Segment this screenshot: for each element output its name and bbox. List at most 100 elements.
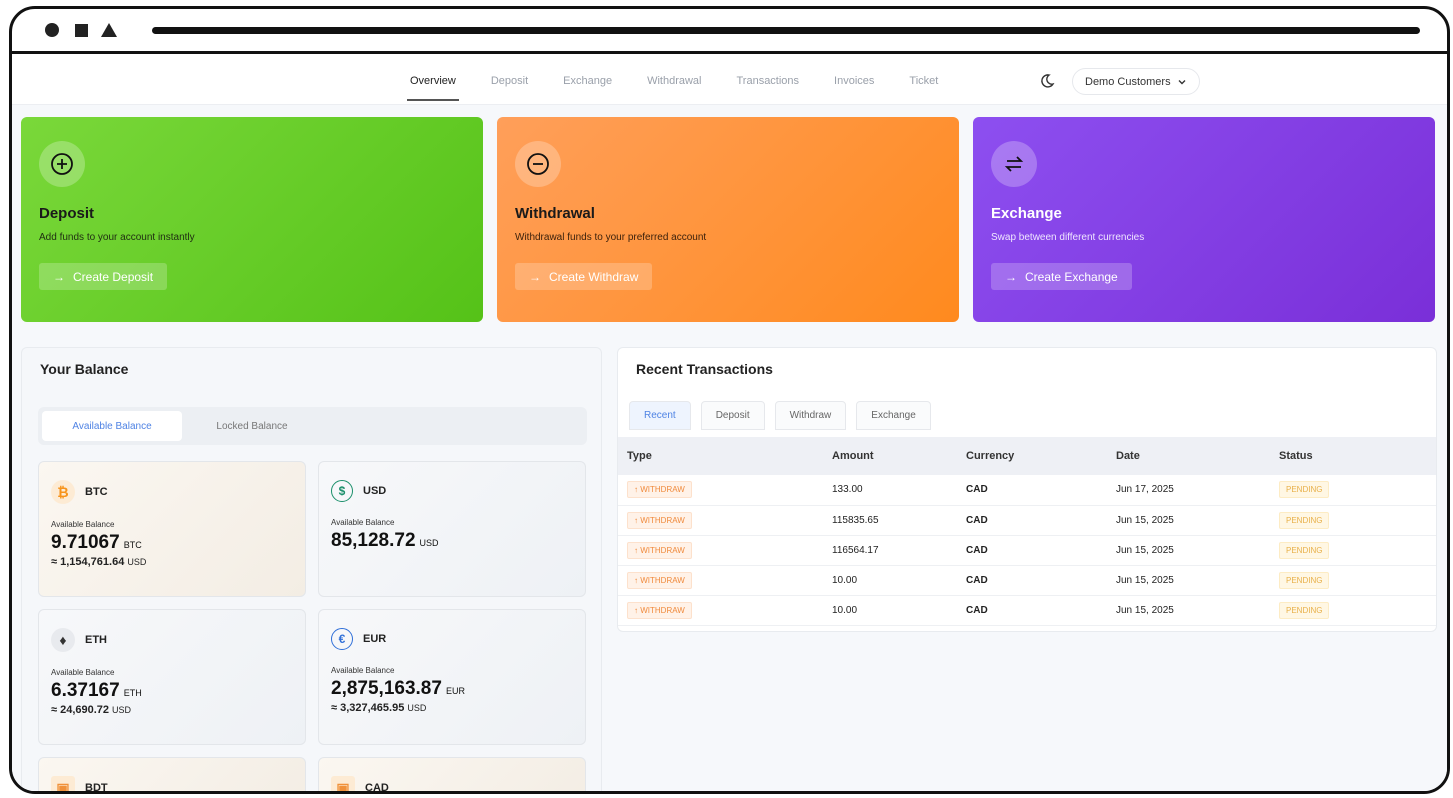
create-withdraw-button[interactable]: → Create Withdraw <box>515 263 653 290</box>
create-exchange-label: Create Exchange <box>1025 269 1118 284</box>
currency-cell: CAD <box>966 565 1116 596</box>
status-badge: PENDING <box>1279 571 1330 589</box>
balance-amount: 6.37167 ETH <box>51 680 142 701</box>
chevron-down-icon <box>1178 79 1186 84</box>
usd-equivalent: ≈ 24,690.72 USD <box>51 704 132 716</box>
balance-tile-eth[interactable]: ♦ ETH Available Balance 6.37167 ETH ≈ 24,… <box>38 609 306 745</box>
balance-amount: 85,128.72 USD <box>331 530 439 551</box>
tab-locked-balance[interactable]: Locked Balance <box>182 411 322 441</box>
tab-recent[interactable]: Recent <box>629 401 691 430</box>
create-exchange-button[interactable]: → Create Exchange <box>991 263 1132 290</box>
table-header: Type Amount Currency Date Status <box>618 437 1436 475</box>
wallet-icon: ▣ <box>331 776 355 791</box>
balance-tile-cad[interactable]: ▣ CAD <box>318 757 586 794</box>
address-bar[interactable] <box>152 27 1420 34</box>
tab-deposit[interactable]: Deposit <box>700 401 765 430</box>
deposit-card: Deposit Add funds to your account instan… <box>21 117 483 322</box>
balance-tiles: ₿ BTC Available Balance 9.71067 BTC ≈ 1,1… <box>38 461 589 794</box>
arrow-right-icon: → <box>1005 269 1017 284</box>
currency-code: ETH <box>85 634 107 646</box>
status-badge: PENDING <box>1279 481 1330 499</box>
tab-available-balance[interactable]: Available Balance <box>42 411 182 441</box>
arrow-right-icon: → <box>53 269 65 284</box>
table-row[interactable]: ↑ WITHDRAW 10.00 CAD Jun 15, 2025 PENDIN… <box>618 565 1436 596</box>
ethereum-icon: ♦ <box>51 628 75 652</box>
usd-equivalent: ≈ 1,154,761.64 USD <box>51 556 147 568</box>
currency-code: BDT <box>85 782 108 794</box>
col-type[interactable]: Type <box>618 437 832 475</box>
nav-ticket[interactable]: Ticket <box>906 67 941 95</box>
currency-cell: CAD <box>966 505 1116 536</box>
date-cell: Jun 15, 2025 <box>1116 535 1279 566</box>
deposit-title: Deposit <box>39 205 95 222</box>
status-badge: PENDING <box>1279 541 1330 559</box>
balance-amount: 9.71067 BTC <box>51 532 142 553</box>
currency-cell: CAD <box>966 535 1116 566</box>
customer-dropdown[interactable]: Demo Customers <box>1072 68 1200 95</box>
window-square-icon <box>75 24 88 37</box>
usd-equivalent: ≈ 3,327,465.95 USD <box>331 702 427 714</box>
top-nav: Overview Deposit Exchange Withdrawal Tra… <box>12 57 1447 105</box>
nav-exchange[interactable]: Exchange <box>560 67 615 95</box>
table-row[interactable]: ↑ WITHDRAW 116564.17 CAD Jun 15, 2025 PE… <box>618 535 1436 566</box>
table-row[interactable]: ↑ WITHDRAW 10.00 CAD Jun 15, 2025 PENDIN… <box>618 595 1436 626</box>
amount-cell: 10.00 <box>832 595 966 626</box>
nav-invoices[interactable]: Invoices <box>831 67 877 95</box>
window-triangle-icon <box>101 23 117 37</box>
swap-icon <box>991 141 1037 187</box>
date-cell: Jun 15, 2025 <box>1116 505 1279 536</box>
status-badge: PENDING <box>1279 511 1330 529</box>
tab-withdraw[interactable]: Withdraw <box>774 401 847 430</box>
nav-withdrawal[interactable]: Withdrawal <box>644 67 704 95</box>
create-deposit-button[interactable]: → Create Deposit <box>39 263 168 290</box>
col-date[interactable]: Date <box>1116 437 1279 475</box>
table-row[interactable]: ↑ WITHDRAW 133.00 CAD Jun 17, 2025 PENDI… <box>618 475 1436 506</box>
deposit-subtitle: Add funds to your account instantly <box>39 232 195 243</box>
balance-title: Your Balance <box>40 361 129 377</box>
balance-tile-btc[interactable]: ₿ BTC Available Balance 9.71067 BTC ≈ 1,1… <box>38 461 306 597</box>
available-label: Available Balance <box>331 666 395 675</box>
balance-amount: 2,875,163.87 EUR <box>331 678 465 699</box>
bitcoin-icon: ₿ <box>51 480 75 504</box>
customer-name: Demo Customers <box>1085 75 1171 88</box>
exchange-card: Exchange Swap between different currenci… <box>973 117 1435 322</box>
currency-code: USD <box>363 485 387 497</box>
euro-icon: € <box>331 628 353 650</box>
amount-cell: 10.00 <box>832 565 966 596</box>
transactions-table: Type Amount Currency Date Status ↑ WITHD… <box>618 437 1436 626</box>
col-currency[interactable]: Currency <box>966 437 1116 475</box>
date-cell: Jun 17, 2025 <box>1116 475 1279 506</box>
exchange-subtitle: Swap between different currencies <box>991 232 1145 243</box>
currency-code: CAD <box>365 782 389 794</box>
withdrawal-card: Withdrawal Withdrawal funds to your pref… <box>497 117 959 322</box>
moon-icon[interactable] <box>1039 73 1055 89</box>
table-row[interactable]: ↑ WITHDRAW 115835.65 CAD Jun 15, 2025 PE… <box>618 505 1436 536</box>
amount-cell: 133.00 <box>832 475 966 506</box>
currency-cell: CAD <box>966 595 1116 626</box>
col-status[interactable]: Status <box>1279 437 1436 475</box>
recent-tabs: Recent Deposit Withdraw Exchange <box>629 401 931 430</box>
balance-tile-bdt[interactable]: ▣ BDT <box>38 757 306 794</box>
nav-deposit[interactable]: Deposit <box>488 67 531 95</box>
nav-transactions[interactable]: Transactions <box>733 67 802 95</box>
plus-circle-icon <box>39 141 85 187</box>
recent-title: Recent Transactions <box>636 361 773 377</box>
type-badge: ↑ WITHDRAW <box>627 511 692 529</box>
currency-cell: CAD <box>966 475 1116 506</box>
amount-cell: 116564.17 <box>832 535 966 566</box>
browser-chrome <box>12 9 1447 54</box>
balance-tile-eur[interactable]: € EUR Available Balance 2,875,163.87 EUR … <box>318 609 586 745</box>
currency-code: BTC <box>85 486 108 498</box>
amount-cell: 115835.65 <box>832 505 966 536</box>
exchange-title: Exchange <box>991 205 1062 222</box>
date-cell: Jun 15, 2025 <box>1116 565 1279 596</box>
nav-overview[interactable]: Overview <box>407 67 459 101</box>
create-withdraw-label: Create Withdraw <box>549 269 639 284</box>
window-circle-icon <box>45 23 59 37</box>
col-amount[interactable]: Amount <box>832 437 966 475</box>
date-cell: Jun 15, 2025 <box>1116 595 1279 626</box>
create-deposit-label: Create Deposit <box>73 269 154 284</box>
tab-exchange[interactable]: Exchange <box>856 401 931 430</box>
type-badge: ↑ WITHDRAW <box>627 541 692 559</box>
balance-tile-usd[interactable]: $ USD Available Balance 85,128.72 USD <box>318 461 586 597</box>
